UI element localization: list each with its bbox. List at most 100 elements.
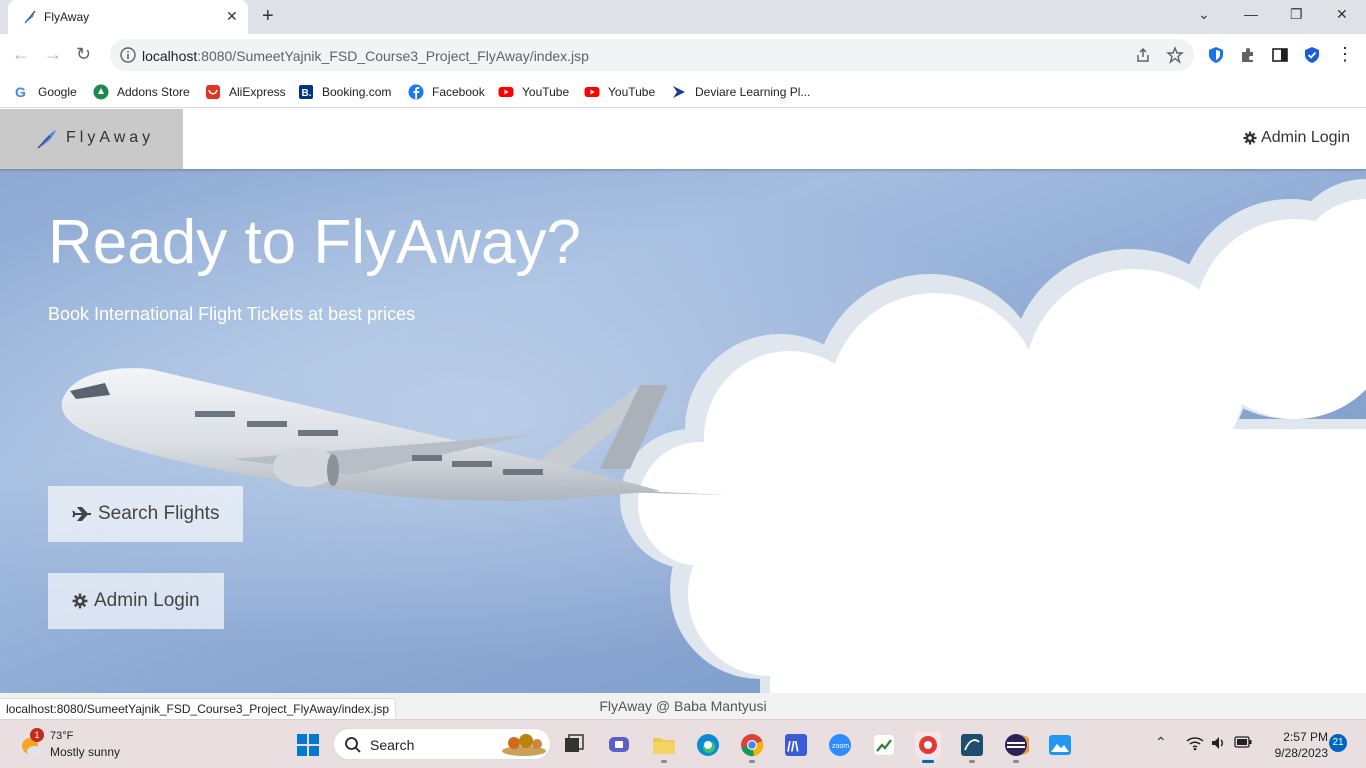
booking-icon: B. bbox=[299, 85, 313, 99]
feather-favicon-icon bbox=[24, 10, 36, 24]
restore-icon[interactable]: ❐ bbox=[1290, 6, 1303, 22]
bookmark-facebook[interactable]: Facebook bbox=[408, 83, 485, 101]
svg-text:zoom: zoom bbox=[832, 743, 849, 750]
windows-taskbar: 1 73°F Mostly sunny Search //\ zoom ⌃ 2:… bbox=[0, 719, 1366, 768]
back-icon[interactable]: ← bbox=[12, 44, 30, 64]
feather-icon bbox=[37, 130, 56, 149]
url-path: :8080/SumeetYajnik_FSD_Course3_Project_F… bbox=[197, 48, 589, 64]
bookmark-label: Deviare Learning Pl... bbox=[695, 85, 811, 99]
zoom-icon[interactable]: zoom bbox=[827, 732, 853, 758]
search-highlight-icon bbox=[502, 734, 546, 756]
bookmark-booking[interactable]: B. Booking.com bbox=[298, 83, 391, 101]
url-host: localhost bbox=[142, 48, 198, 64]
photos-app-icon[interactable] bbox=[1047, 732, 1073, 758]
bookmark-label: Addons Store bbox=[117, 85, 190, 99]
task-view-icon[interactable] bbox=[561, 732, 587, 758]
search-flights-button[interactable]: Search Flights bbox=[48, 486, 244, 542]
minimize-icon[interactable]: — bbox=[1244, 6, 1258, 22]
eclipse-icon[interactable] bbox=[1003, 732, 1029, 758]
forward-icon[interactable]: → bbox=[44, 44, 62, 64]
share-icon[interactable] bbox=[1134, 46, 1152, 64]
clock-time: 2:57 PM bbox=[1283, 730, 1328, 744]
search-flights-label: Search Flights bbox=[98, 503, 220, 524]
extensions-puzzle-icon[interactable] bbox=[1239, 46, 1257, 64]
volume-icon[interactable] bbox=[1210, 735, 1226, 751]
facebook-icon bbox=[408, 84, 424, 100]
show-hidden-icons-chevron[interactable]: ⌃ bbox=[1155, 734, 1167, 751]
bookmark-label: YouTube bbox=[522, 85, 570, 99]
bookmark-label: Facebook bbox=[432, 85, 485, 99]
screen-recorder-icon[interactable] bbox=[915, 732, 941, 758]
bookmark-star-icon[interactable] bbox=[1166, 46, 1184, 64]
gear-icon bbox=[1243, 131, 1257, 145]
tab-title: FlyAway bbox=[44, 10, 90, 24]
admin-login-label: Admin Login bbox=[94, 590, 200, 611]
deviare-icon bbox=[673, 86, 685, 98]
bookmark-google[interactable]: G Google bbox=[14, 83, 77, 101]
search-icon bbox=[345, 737, 361, 753]
youtube-icon bbox=[498, 87, 514, 97]
running-indicator bbox=[1013, 760, 1019, 763]
svg-text:G: G bbox=[15, 84, 26, 100]
admin-login-button[interactable]: Admin Login bbox=[48, 573, 224, 629]
window-close-icon[interactable]: ✕ bbox=[1336, 6, 1348, 22]
wifi-icon[interactable] bbox=[1186, 735, 1204, 751]
file-explorer-icon[interactable] bbox=[651, 732, 677, 758]
site-info-icon[interactable] bbox=[120, 47, 136, 63]
bookmark-youtube-1[interactable]: YouTube bbox=[498, 83, 569, 101]
running-indicator bbox=[749, 760, 755, 763]
mysql-workbench-icon[interactable] bbox=[959, 732, 985, 758]
url-text: localhost:8080/SumeetYajnik_FSD_Course3_… bbox=[142, 48, 589, 64]
address-bar[interactable]: localhost:8080/SumeetYajnik_FSD_Course3_… bbox=[110, 39, 1194, 71]
weather-temp: 73°F bbox=[50, 730, 74, 742]
brand-link[interactable]: FlyAway bbox=[0, 109, 183, 169]
windows-start-icon[interactable] bbox=[295, 732, 321, 758]
nav-admin-label: Admin Login bbox=[1261, 129, 1350, 146]
link-status-bubble: localhost:8080/SumeetYajnik_FSD_Course3_… bbox=[0, 698, 397, 719]
new-tab-icon[interactable]: + bbox=[262, 6, 274, 26]
bookmark-label: Booking.com bbox=[322, 85, 392, 99]
hero-title: Ready to FlyAway? bbox=[48, 208, 581, 277]
bookmark-deviare[interactable]: Deviare Learning Pl... bbox=[671, 83, 810, 101]
side-panel-icon[interactable] bbox=[1271, 46, 1289, 64]
bookmark-label: YouTube bbox=[608, 85, 656, 99]
tab-strip: FlyAway ✕ + ⌄ — ❐ ✕ bbox=[0, 0, 1366, 34]
google-icon: G bbox=[15, 84, 26, 100]
system-clock[interactable]: 2:57 PM 9/28/2023 bbox=[1264, 729, 1328, 761]
reload-icon[interactable]: ↻ bbox=[76, 44, 91, 64]
browser-menu-icon[interactable]: ⋮ bbox=[1336, 44, 1354, 64]
battery-icon[interactable] bbox=[1234, 736, 1252, 748]
tab-flyaway[interactable]: FlyAway ✕ bbox=[8, 0, 248, 34]
plane-icon bbox=[72, 507, 91, 521]
svg-text:B.: B. bbox=[302, 88, 312, 99]
taskbar-search-box[interactable]: Search bbox=[333, 728, 551, 760]
weather-desc: Mostly sunny bbox=[50, 745, 121, 759]
weather-widget[interactable]: 1 73°F Mostly sunny bbox=[20, 728, 140, 762]
stocks-app-icon[interactable] bbox=[871, 732, 897, 758]
clock-date: 9/28/2023 bbox=[1274, 746, 1328, 760]
svg-text://\: //\ bbox=[787, 738, 799, 754]
site-navbar: FlyAway Admin Login bbox=[0, 109, 1366, 169]
tab-close-icon[interactable]: ✕ bbox=[226, 8, 238, 24]
bitwarden-extension-icon[interactable] bbox=[1207, 46, 1225, 64]
teams-chat-icon[interactable] bbox=[606, 732, 632, 758]
youtube-icon bbox=[584, 87, 600, 97]
shield-check-extension-icon[interactable] bbox=[1303, 46, 1321, 64]
running-indicator bbox=[661, 760, 667, 763]
gear-icon bbox=[72, 593, 88, 609]
mathway-app-icon[interactable]: //\ bbox=[783, 732, 809, 758]
notification-badge[interactable]: 21 bbox=[1329, 734, 1347, 752]
chrome-icon[interactable] bbox=[739, 732, 765, 758]
tab-search-chevron-icon[interactable]: ⌄ bbox=[1198, 6, 1210, 22]
bookmark-label: Google bbox=[38, 85, 77, 99]
edge-icon[interactable] bbox=[695, 732, 721, 758]
nav-admin-login-link[interactable]: Admin Login bbox=[1243, 129, 1350, 147]
bookmark-youtube-2[interactable]: YouTube bbox=[584, 83, 655, 101]
taskbar-search-label: Search bbox=[370, 737, 415, 753]
bookmark-label: AliExpress bbox=[229, 85, 286, 99]
bookmark-addons-store[interactable]: Addons Store bbox=[93, 83, 190, 101]
addons-store-icon bbox=[93, 84, 109, 100]
bookmark-aliexpress[interactable]: AliExpress bbox=[205, 83, 286, 101]
web-page: FlyAway Admin Login Ready to FlyAway? Bo… bbox=[0, 109, 1366, 719]
browser-toolbar: ← → ↻ localhost:8080/SumeetYajnik_FSD_Co… bbox=[0, 34, 1366, 76]
